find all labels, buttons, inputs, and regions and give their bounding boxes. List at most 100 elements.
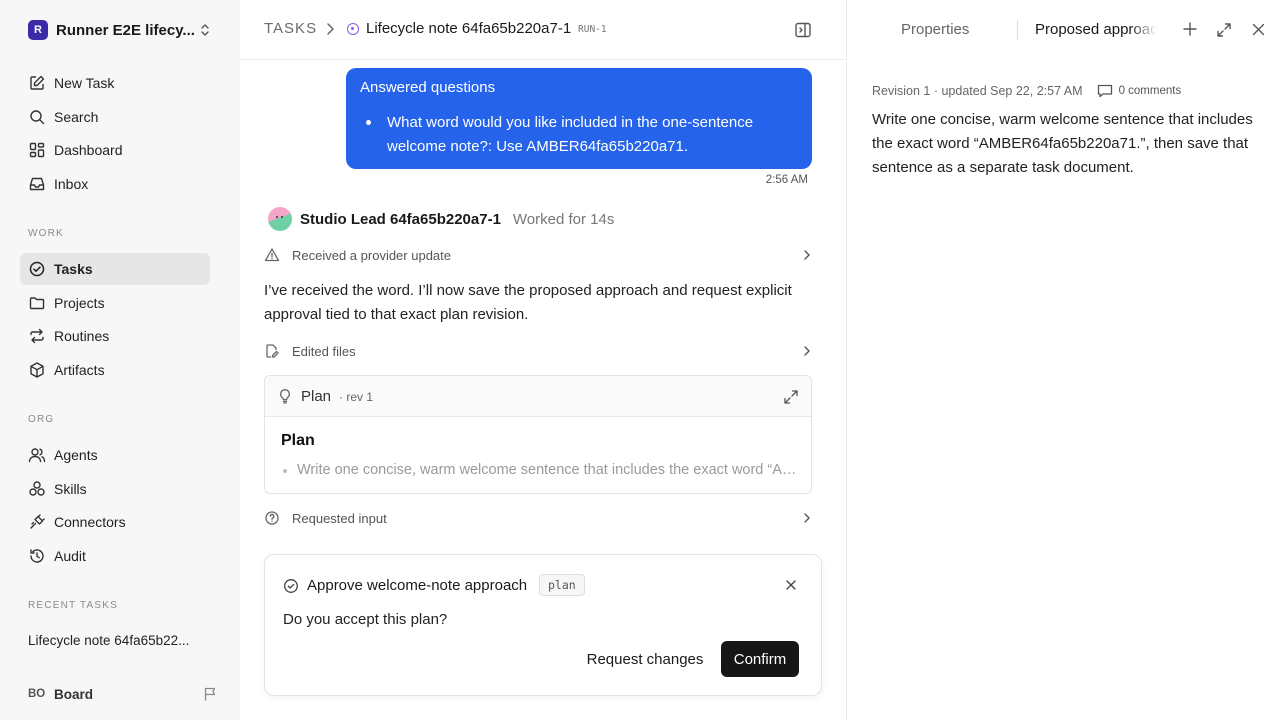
sidebar-item-audit[interactable]: Audit (20, 540, 210, 572)
file-edit-icon (266, 344, 279, 358)
inbox-icon (29, 177, 45, 191)
revision-info: Revision 1 · updated Sep 22, 2:57 AM (872, 84, 1083, 98)
bubble-heading: Answered questions (360, 79, 496, 96)
expand-icon[interactable] (783, 389, 799, 405)
request-changes-button[interactable]: Request changes (579, 641, 711, 677)
history-icon (30, 549, 44, 563)
tab-properties[interactable]: Properties (901, 21, 969, 38)
plan-revision: · rev 1 (339, 390, 374, 404)
avatar: BO (28, 688, 46, 700)
sidebar-item-skills[interactable]: Skills (20, 473, 210, 505)
flag-icon[interactable] (202, 686, 218, 702)
sidebar-item-label: Agents (54, 447, 98, 463)
plan-title: Plan (281, 432, 315, 449)
sidebar-item-label: New Task (54, 75, 115, 91)
agent-message: I’ve received the word. I’ll now save th… (264, 282, 792, 323)
activity-label: Requested input (292, 510, 387, 526)
sidebar-item-search[interactable]: Search (20, 101, 210, 133)
activity-edited-files[interactable]: Edited files (264, 339, 814, 363)
users-icon (28, 448, 46, 463)
lightbulb-icon (280, 389, 290, 404)
search-icon (30, 110, 45, 125)
section-heading-recent: RECENT TASKS (28, 600, 118, 611)
sidebar-item-label: Search (54, 109, 99, 125)
close-icon[interactable] (785, 579, 797, 591)
check-circle-icon (29, 261, 45, 277)
chevron-right-icon (327, 23, 334, 35)
sidebar-item-label: Tasks (54, 261, 93, 277)
sidebar-item-label: Inbox (54, 176, 89, 192)
page-title: Lifecycle note 64fa65b220a7-1 (366, 20, 572, 37)
breadcrumb-tasks[interactable]: TASKS (264, 20, 317, 37)
activity-provider-update[interactable]: Received a provider update (264, 243, 814, 267)
sidebar-item-connectors[interactable]: Connectors (20, 506, 210, 538)
sidebar-item-dashboard[interactable]: Dashboard (20, 134, 210, 166)
sidebar-item-tasks[interactable]: Tasks (20, 253, 210, 285)
approval-card: Approve welcome-note approach plan Do yo… (264, 554, 822, 696)
workspace-logo: R (28, 20, 48, 40)
panel-toggle-icon[interactable] (794, 21, 812, 39)
message-timestamp: 2:56 AM (765, 174, 808, 186)
sidebar-item-inbox[interactable]: Inbox (20, 168, 210, 200)
dashboard-icon (29, 142, 45, 158)
activity-requested-input[interactable]: Requested input (264, 506, 814, 530)
document-body: Write one concise, warm welcome sentence… (872, 111, 1253, 176)
sidebar-item-artifacts[interactable]: Artifacts (20, 354, 210, 386)
sidebar-item-label: Dashboard (54, 142, 123, 158)
plan-card-header: Plan · rev 1 (265, 376, 811, 417)
approval-title: Approve welcome-note approach (307, 577, 528, 594)
close-icon[interactable] (1252, 23, 1265, 36)
agent-avatar (268, 207, 292, 231)
maximize-icon[interactable] (1216, 22, 1232, 38)
sidebar-item-projects[interactable]: Projects (20, 287, 210, 319)
activity-label: Edited files (292, 343, 356, 359)
sidebar-item-label: Connectors (54, 514, 126, 530)
tab-proposed-approach[interactable]: Proposed approach (1035, 21, 1157, 38)
workspace-switcher[interactable]: R Runner E2E lifecy... (28, 18, 218, 42)
agent-worked-duration: Worked for 14s (512, 210, 615, 228)
plan-label: Plan (301, 388, 332, 405)
edit-icon (30, 75, 45, 90)
status-circle-icon (347, 23, 359, 35)
agent-name: Studio Lead 64fa65b220a7-1 (300, 210, 501, 228)
sidebar-item-label: Artifacts (54, 362, 105, 378)
chevron-up-down-icon (201, 24, 209, 36)
check-circle-icon (284, 579, 298, 593)
sidebar-footer[interactable]: BO Board (28, 684, 218, 704)
document-meta: Revision 1 · updated Sep 22, 2:57 AM 0 c… (872, 84, 1181, 98)
sidebar-item-new-task[interactable]: New Task (20, 67, 210, 99)
confirm-button[interactable]: Confirm (721, 641, 799, 677)
bubble-answer: What word would you like included in the… (387, 114, 754, 155)
document-panel: Properties Proposed approach Revision 1 … (846, 0, 1280, 720)
run-badge: RUN-1 (578, 24, 607, 35)
sidebar-item-routines[interactable]: Routines (20, 320, 210, 352)
tab-divider (1017, 20, 1018, 40)
approval-question: Do you accept this plan? (283, 611, 448, 628)
bullet (283, 469, 287, 473)
sidebar-item-label: Audit (54, 548, 86, 564)
plug-icon (30, 514, 45, 529)
chevron-right-icon (804, 250, 810, 260)
box-icon (30, 362, 44, 378)
plus-icon[interactable] (1183, 22, 1197, 36)
warning-icon (264, 248, 280, 262)
comments-count[interactable]: 0 comments (1119, 85, 1182, 97)
chevron-right-icon (804, 346, 810, 356)
chevron-right-icon (804, 513, 810, 523)
task-header: TASKS Lifecycle note 64fa65b220a7-1 RUN-… (240, 0, 846, 60)
plan-card[interactable]: Plan · rev 1 Plan Write one concise, war… (264, 375, 812, 494)
footer-label: Board (54, 686, 94, 702)
recent-task-item[interactable]: Lifecycle note 64fa65b22... (28, 633, 189, 648)
section-heading-work: WORK (28, 228, 64, 239)
sidebar-item-label: Routines (54, 328, 110, 344)
workspace-name: Runner E2E lifecy... (56, 21, 195, 39)
repeat-icon (30, 328, 44, 344)
folder-icon (29, 297, 45, 310)
section-heading-org: ORG (28, 414, 55, 425)
activity-label: Received a provider update (292, 247, 451, 263)
main-area: TASKS Lifecycle note 64fa65b220a7-1 RUN-… (240, 0, 846, 720)
sidebar-item-label: Skills (54, 481, 87, 497)
sidebar-item-agents[interactable]: Agents (20, 439, 210, 471)
answered-questions-bubble: Answered questions What word would you l… (346, 68, 812, 169)
comment-icon[interactable] (1097, 84, 1113, 98)
